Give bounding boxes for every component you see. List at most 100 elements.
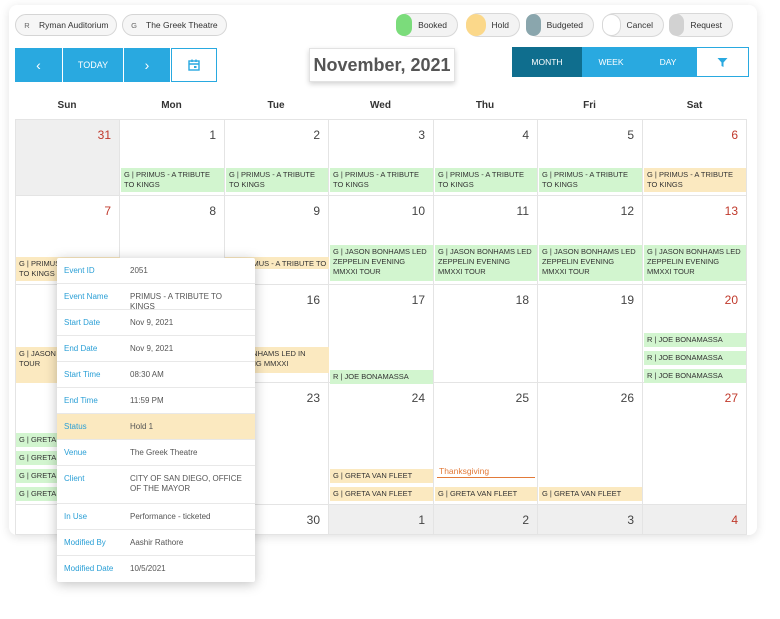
detail-value: 11:59 PM (130, 396, 164, 405)
day-number: 12 (620, 204, 634, 218)
weekday-sat: Sat (686, 100, 703, 111)
weekday-mon: Mon (161, 100, 182, 111)
detail-value: PRIMUS - A TRIBUTE TO KINGS (130, 292, 223, 311)
event-bar[interactable]: G | JASON BONHAMS LED ZEPPELIN EVENING M… (330, 245, 433, 281)
day-number: 13 (724, 204, 738, 218)
filter-icon (717, 57, 728, 67)
legend-budgeted[interactable]: Budgeted (526, 13, 594, 37)
event-bar[interactable]: G | PRIMUS - A TRIBUTE TO KINGS (121, 168, 224, 192)
calendar-icon (188, 59, 200, 71)
day-number: 4 (522, 128, 529, 142)
event-bar[interactable]: R | JOE BONAMASSA (644, 333, 746, 347)
detail-row-event-name: Event Name PRIMUS - A TRIBUTE TO KINGS (57, 284, 255, 311)
event-bar[interactable]: G | JASON BONHAMS LED ZEPPELIN EVENING M… (539, 245, 642, 281)
detail-row-client: Client CITY OF SAN DIEGO, OFFICE OF THE … (57, 466, 255, 504)
day-number: 1 (418, 513, 425, 527)
event-bar[interactable]: G | PRIMUS - A TRIBUTE TO KINGS (539, 168, 642, 192)
day-number: 9 (313, 204, 320, 218)
legend-label: Budgeted (546, 20, 583, 30)
legend-label: Cancel (626, 20, 653, 30)
detail-label: End Time (64, 396, 98, 405)
day-cell[interactable]: 1 (329, 505, 434, 535)
day-number: 24 (411, 391, 425, 405)
view-month-button[interactable]: MONTH (512, 47, 582, 77)
legend-label: Hold (491, 20, 509, 30)
detail-label: Modified By (64, 538, 106, 547)
view-day-button[interactable]: DAY (640, 47, 696, 77)
detail-row-end-date: End Date Nov 9, 2021 (57, 336, 255, 362)
day-number: 1 (209, 128, 216, 142)
booked-dot-icon (396, 14, 413, 36)
view-week-button[interactable]: WEEK (582, 47, 640, 77)
day-number: 26 (620, 391, 634, 405)
detail-label: Start Date (64, 318, 101, 327)
legend-label: Request (690, 20, 722, 30)
detail-row-start-date: Start Date Nov 9, 2021 (57, 310, 255, 336)
venue-chip-greek[interactable]: G The Greek Theatre (122, 14, 227, 36)
prev-button[interactable]: ‹ (15, 48, 62, 82)
event-bar[interactable]: G | JASON BONHAMS LED ZEPPELIN EVENING M… (435, 245, 537, 281)
day-cell[interactable]: 19 (538, 285, 643, 383)
event-details-popup: Event ID 2051 Event Name PRIMUS - A TRIB… (57, 258, 255, 582)
day-number: 6 (731, 128, 738, 142)
weekday-tue: Tue (267, 100, 285, 111)
day-number: 2 (313, 128, 320, 142)
detail-value: Nov 9, 2021 (130, 318, 174, 327)
day-cell[interactable]: 18 (434, 285, 538, 383)
weekday-fri: Fri (583, 100, 596, 111)
detail-value: The Greek Theatre (130, 448, 198, 457)
legend-hold[interactable]: Hold (466, 13, 520, 37)
budgeted-dot-icon (526, 14, 541, 36)
detail-row-status: Status Hold 1 (57, 414, 255, 440)
event-bar[interactable]: G | GRETA VAN FLEET (330, 469, 433, 483)
venue-chip-ryman[interactable]: R Ryman Auditorium (15, 14, 118, 36)
legend-booked[interactable]: Booked (396, 13, 458, 37)
day-cell[interactable]: 2 (434, 505, 538, 535)
event-bar[interactable]: G | JASON BONHAMS LED ZEPPELIN EVENING M… (644, 245, 746, 281)
day-number: 7 (104, 204, 111, 218)
detail-label: End Date (64, 344, 98, 353)
filter-button[interactable] (696, 47, 749, 77)
venue-letter: G (131, 20, 137, 30)
today-button[interactable]: TODAY (63, 48, 123, 82)
day-cell[interactable]: 17 (329, 285, 434, 383)
day-cell[interactable]: 4 (643, 505, 747, 535)
request-dot-icon (669, 14, 685, 36)
detail-label: In Use (64, 512, 88, 521)
detail-label: Start Time (64, 370, 101, 379)
chevron-right-icon: › (144, 57, 150, 73)
day-number: 11 (516, 204, 529, 218)
day-cell[interactable]: 27 (643, 383, 747, 505)
event-bar[interactable]: R | JOE BONAMASSA (644, 369, 746, 383)
event-bar[interactable]: G | GRETA VAN FLEET (435, 487, 537, 501)
event-bar[interactable]: G | PRIMUS - A TRIBUTE TO KINGS (330, 168, 433, 192)
detail-label: Client (64, 474, 85, 483)
detail-label: Event ID (64, 266, 95, 275)
event-bar[interactable]: R | JOE BONAMASSA (644, 351, 746, 365)
event-bar[interactable]: R | JOE BONAMASSA (330, 370, 433, 384)
day-cell[interactable]: 3 (538, 505, 643, 535)
day-number: 20 (724, 293, 738, 307)
legend-label: Booked (418, 20, 447, 30)
event-bar[interactable]: G | PRIMUS - A TRIBUTE TO KINGS (226, 168, 328, 192)
cancel-dot-icon (602, 14, 621, 36)
day-number: 8 (209, 204, 216, 218)
event-bar[interactable]: G | PRIMUS - A TRIBUTE TO KINGS (435, 168, 537, 192)
event-bar[interactable]: G | GRETA VAN FLEET (330, 487, 433, 501)
month-title: November, 2021 (309, 48, 455, 82)
day-cell[interactable]: 31 (16, 120, 120, 196)
event-bar[interactable]: G | PRIMUS - A TRIBUTE TO KINGS (644, 168, 746, 192)
day-number: 17 (411, 293, 425, 307)
event-bar[interactable]: G | GRETA VAN FLEET (539, 487, 642, 501)
next-button[interactable]: › (124, 48, 170, 82)
detail-row-in-use: In Use Performance - ticketed (57, 504, 255, 530)
date-picker-button[interactable] (171, 48, 217, 82)
legend-request[interactable]: Request (669, 13, 733, 37)
day-number: 23 (306, 391, 320, 405)
legend-cancel[interactable]: Cancel (602, 13, 664, 37)
day-number: 3 (418, 128, 425, 142)
chevron-left-icon: ‹ (36, 57, 41, 73)
day-number: 25 (515, 391, 529, 405)
detail-row-modified-by: Modified By Aashir Rathore (57, 530, 255, 556)
day-number: 18 (515, 293, 529, 307)
